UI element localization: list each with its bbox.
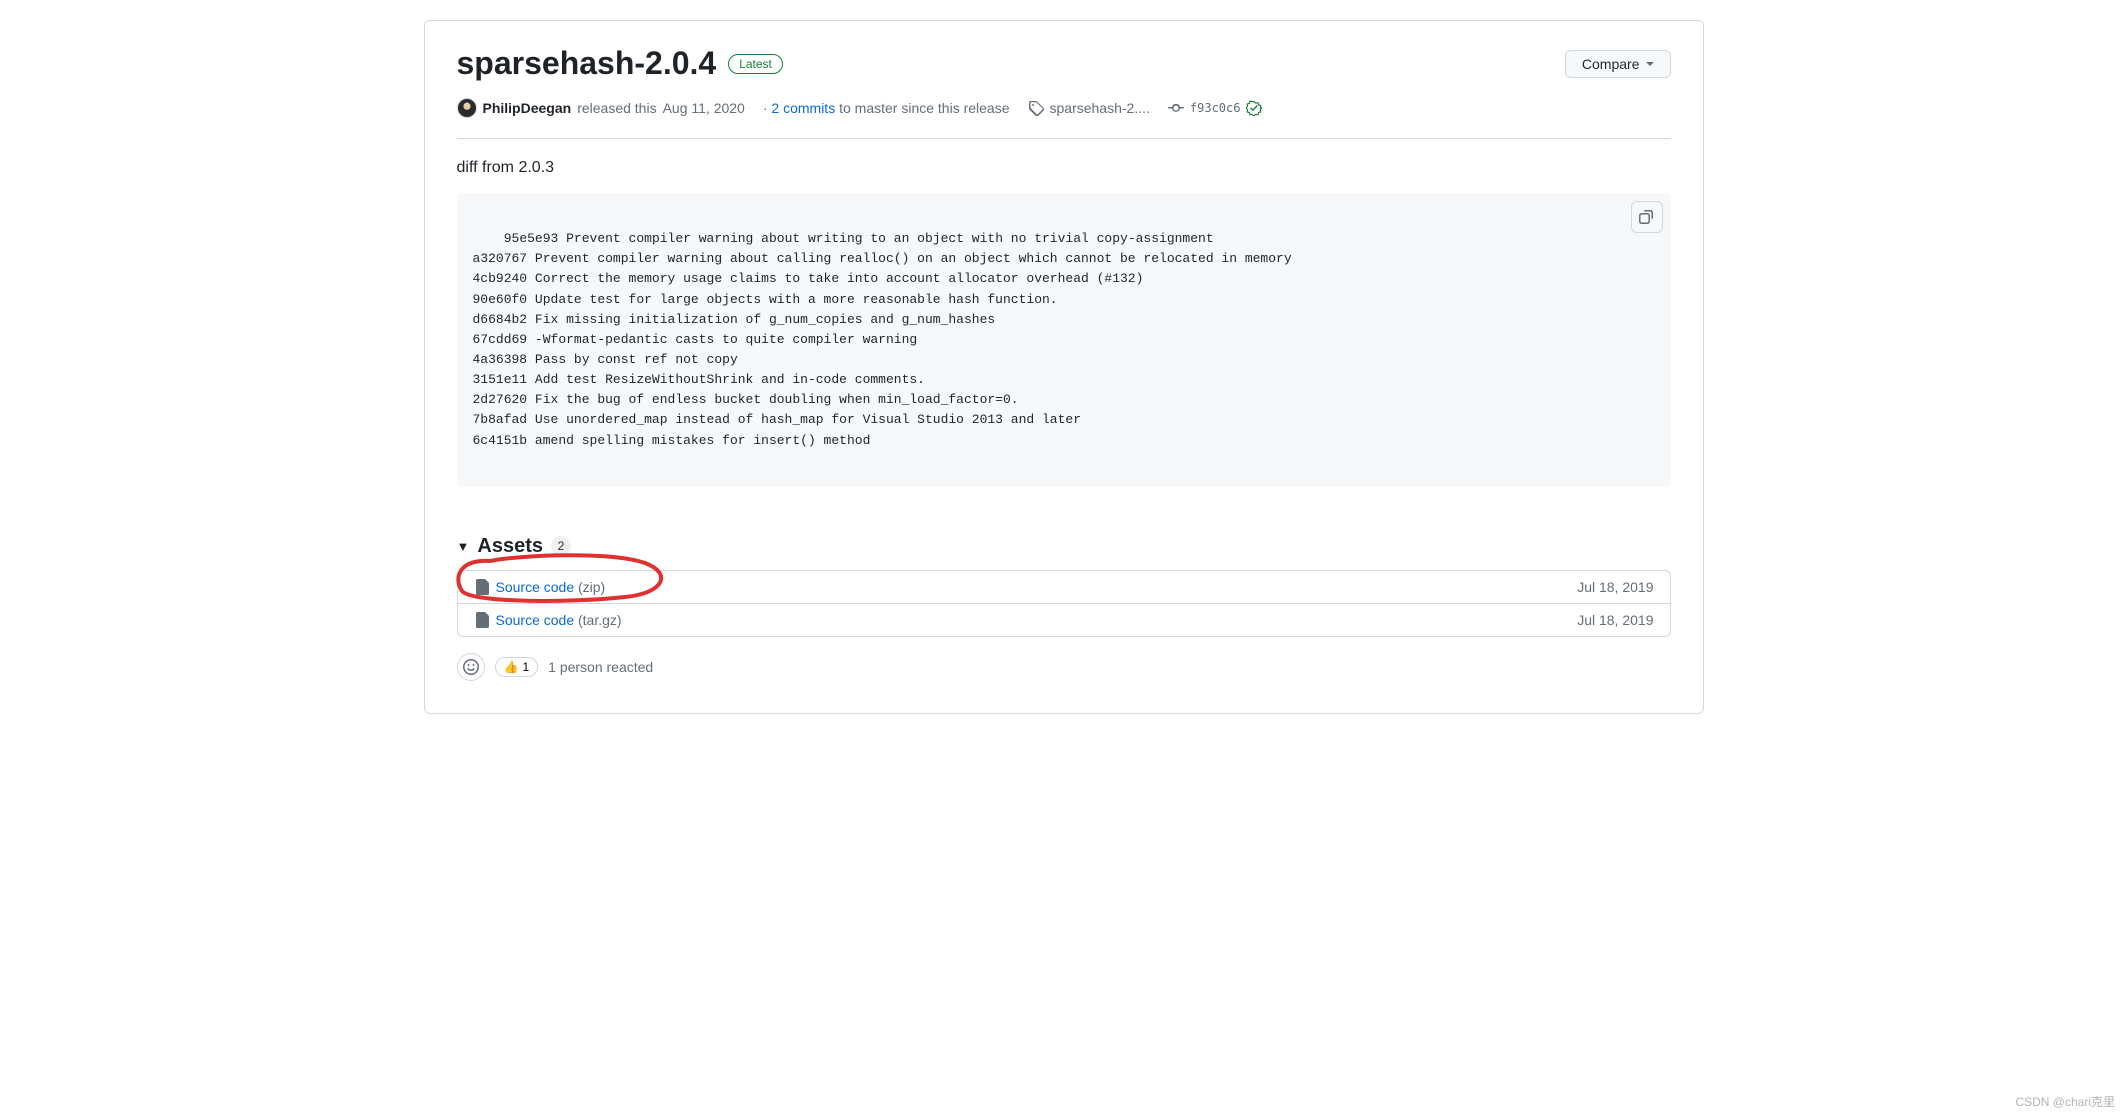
- tag-block[interactable]: sparsehash-2....: [1028, 100, 1150, 116]
- copy-button[interactable]: [1631, 201, 1663, 233]
- chevron-down-icon: [1646, 62, 1654, 66]
- release-date: Aug 11, 2020: [663, 100, 745, 116]
- separator: [457, 138, 1671, 139]
- asset-date: Jul 18, 2019: [1577, 579, 1653, 595]
- meta-row: PhilipDeegan released this Aug 11, 2020 …: [457, 98, 1671, 118]
- commits-block: · 2 commits to master since this release: [763, 100, 1010, 116]
- released-text: released this: [577, 100, 656, 116]
- tag-name: sparsehash-2....: [1050, 100, 1150, 116]
- changelog-text: 95e5e93 Prevent compiler warning about w…: [473, 231, 1292, 447]
- release-card: sparsehash-2.0.4 Latest Compare PhilipDe…: [424, 20, 1704, 714]
- tag-icon: [1028, 100, 1044, 116]
- add-reaction-button[interactable]: [457, 653, 485, 681]
- asset-row-targz: Source code (tar.gz) Jul 18, 2019: [458, 603, 1670, 636]
- avatar[interactable]: [457, 98, 477, 118]
- asset-row-zip: Source code (zip) Jul 18, 2019: [458, 571, 1670, 603]
- header-row: sparsehash-2.0.4 Latest Compare: [457, 45, 1671, 82]
- title-wrap: sparsehash-2.0.4 Latest: [457, 45, 783, 82]
- asset-link-zip[interactable]: Source code (zip): [496, 579, 606, 595]
- release-title: sparsehash-2.0.4: [457, 45, 717, 82]
- smiley-icon: [463, 659, 479, 675]
- compare-label: Compare: [1582, 56, 1640, 72]
- changelog-code-block: 95e5e93 Prevent compiler warning about w…: [457, 193, 1671, 487]
- assets-heading: Assets: [477, 535, 543, 558]
- commits-suffix: to master since this release: [839, 100, 1009, 116]
- asset-ext: (zip): [578, 579, 605, 595]
- copy-icon: [1639, 209, 1655, 225]
- reaction-summary: 1 person reacted: [548, 659, 653, 675]
- asset-date: Jul 18, 2019: [1577, 612, 1653, 628]
- compare-button[interactable]: Compare: [1565, 50, 1671, 78]
- asset-name: Source code: [496, 579, 575, 595]
- commit-sha: f93c0c6: [1190, 101, 1241, 115]
- commit-block[interactable]: f93c0c6: [1168, 100, 1263, 116]
- author-block: PhilipDeegan released this Aug 11, 2020: [457, 98, 745, 118]
- reactions-row: 👍 1 1 person reacted: [457, 653, 1671, 681]
- assets-toggle[interactable]: ▼ Assets 2: [457, 535, 1671, 558]
- disclosure-arrow-icon: ▼: [457, 539, 470, 554]
- asset-link-targz[interactable]: Source code (tar.gz): [496, 612, 622, 628]
- commit-icon: [1168, 100, 1184, 116]
- asset-ext: (tar.gz): [578, 612, 622, 628]
- file-zip-icon: [474, 579, 490, 595]
- author-link[interactable]: PhilipDeegan: [483, 100, 572, 116]
- asset-name: Source code: [496, 612, 575, 628]
- asset-list: Source code (zip) Jul 18, 2019 Source co…: [457, 570, 1671, 637]
- commits-link[interactable]: 2 commits: [771, 100, 835, 116]
- thumbsup-reaction[interactable]: 👍 1: [495, 657, 539, 677]
- latest-badge: Latest: [728, 54, 783, 74]
- watermark: CSDN @chari克里: [2015, 1093, 2115, 1110]
- file-zip-icon: [474, 612, 490, 628]
- verified-icon: [1246, 100, 1262, 116]
- thumbsup-count: 1: [522, 660, 529, 674]
- diff-title: diff from 2.0.3: [457, 159, 1671, 177]
- assets-count-badge: 2: [551, 536, 571, 556]
- thumbsup-emoji: 👍: [504, 660, 519, 674]
